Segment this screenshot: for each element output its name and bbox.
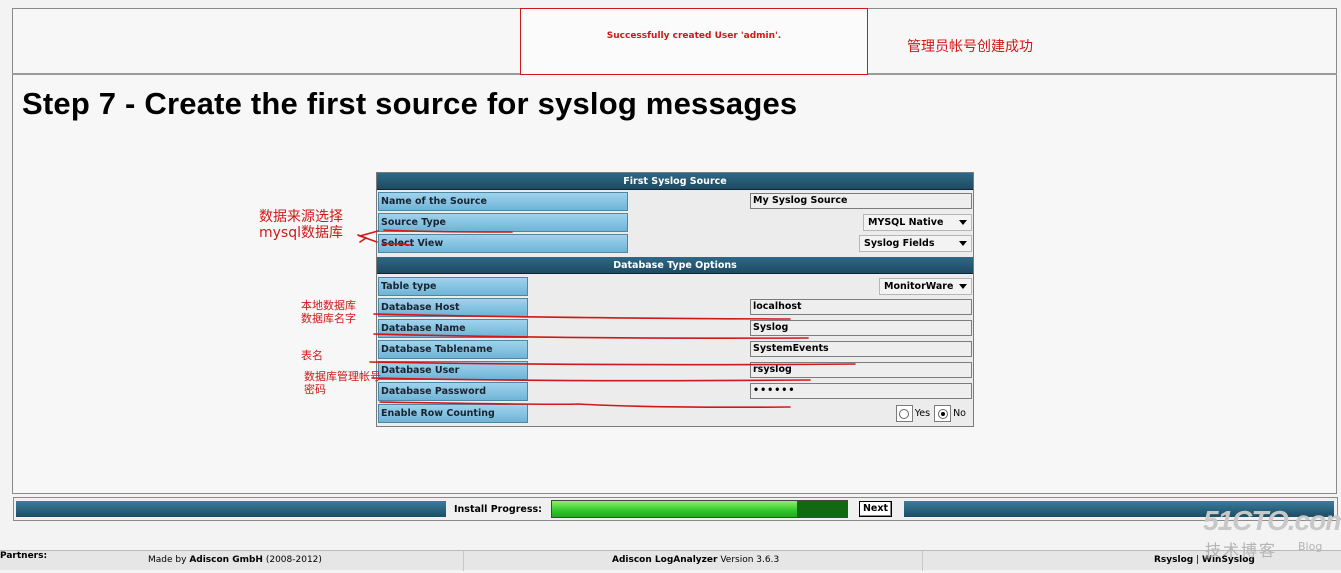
footer-product: Adiscon LogAnalyzer Version 3.6.3 (612, 555, 780, 565)
watermark-logo: 51CTO.com (1203, 505, 1341, 536)
install-progress-fill (552, 501, 797, 517)
underline-db-user (371, 377, 811, 382)
underline-source-type (383, 229, 513, 233)
underline-db-tablename (369, 361, 856, 366)
underline-db-name (373, 333, 809, 339)
annotation-db-host: 本地数据库 数据库名字 (301, 299, 356, 325)
annotation-source-type: 数据来源选择 mysql数据库 (259, 209, 343, 241)
annotation-marks (357, 229, 856, 408)
partner-rsyslog-link[interactable]: Rsyslog (1154, 555, 1193, 565)
footer-company-link[interactable]: Adiscon GmbH (189, 555, 263, 565)
install-progress-label: Install Progress: (454, 504, 542, 515)
watermark-sub: 技术博客 (1205, 541, 1278, 560)
installer-page: { "banner": { "success_message": "Succes… (0, 0, 1341, 573)
install-progress-track (551, 500, 848, 518)
footer-partners-label: Partners: (0, 551, 48, 561)
annotation-tablename: 表名 (301, 349, 323, 362)
arrow-head (357, 234, 367, 243)
footer-product-link[interactable]: Adiscon LogAnalyzer (612, 555, 717, 565)
footer: Made by Adiscon GmbH (2008-2012) Adiscon… (0, 550, 1341, 571)
underline-select-view (381, 242, 411, 246)
annotation-db-user: 数据库管理帐号 密码 (304, 370, 381, 396)
progress-bar-area: Install Progress: Next (13, 497, 1338, 521)
watermark-blog: Blog (1298, 540, 1323, 553)
underline-db-host (373, 313, 791, 320)
footer-made-by: Made by Adiscon GmbH (2008-2012) (148, 555, 322, 565)
underline-db-password (379, 401, 791, 408)
progress-band-left (16, 501, 446, 517)
next-button[interactable]: Next (859, 501, 892, 517)
